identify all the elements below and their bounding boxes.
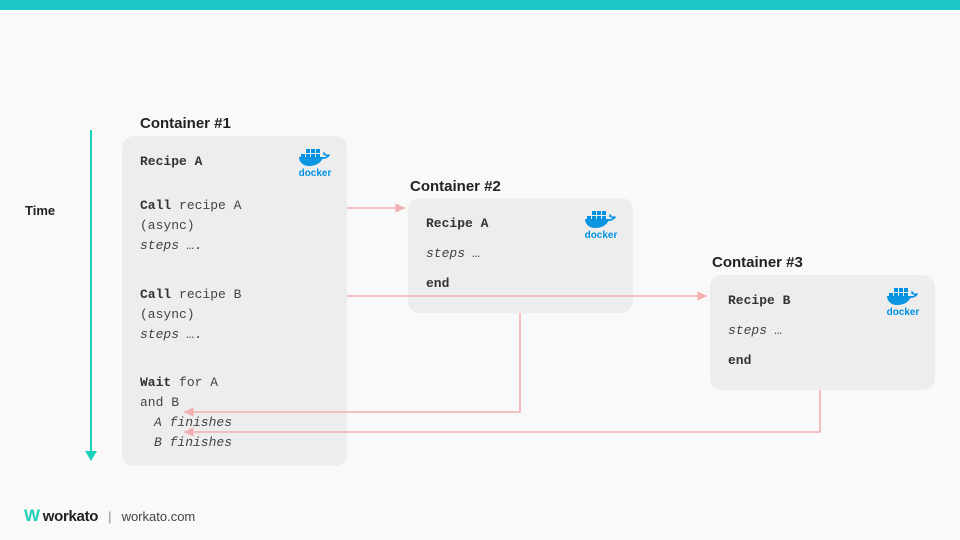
- time-axis-label: Time: [25, 203, 55, 218]
- docker-icon: [885, 285, 921, 307]
- container-2-box: Recipe A docker steps … end: [408, 198, 633, 313]
- footer-separator: |: [108, 509, 111, 524]
- code-line: Wait for A: [140, 373, 329, 393]
- footer: Wworkato | workato.com: [24, 506, 195, 526]
- code-line: end: [728, 351, 917, 371]
- docker-logo: docker: [583, 208, 619, 244]
- code-line: steps …: [426, 244, 615, 264]
- code-line: steps ….: [140, 236, 329, 256]
- docker-label: docker: [887, 305, 920, 321]
- container-2-label: Container #2: [410, 178, 501, 195]
- docker-label: docker: [299, 166, 332, 182]
- code-line: (async): [140, 216, 329, 236]
- docker-label: docker: [585, 228, 618, 244]
- container-3-label: Container #3: [712, 254, 803, 271]
- code-line: Call recipe B: [140, 285, 329, 305]
- code-line: A finishes: [140, 413, 329, 433]
- container-3-box: Recipe B docker steps … end: [710, 275, 935, 390]
- code-line: B finishes: [140, 433, 329, 453]
- code-line: end: [426, 274, 615, 294]
- docker-logo: docker: [885, 285, 921, 321]
- code-line: steps …: [728, 321, 917, 341]
- code-line: (async): [140, 305, 329, 325]
- docker-logo: docker: [297, 146, 333, 182]
- time-axis-arrow: [90, 130, 92, 460]
- code-line: and B: [140, 393, 329, 413]
- container-1-label: Container #1: [140, 115, 231, 132]
- code-line: Call recipe A: [140, 196, 329, 216]
- top-accent-bar: [0, 0, 960, 10]
- code-line: steps ….: [140, 325, 329, 345]
- brand-logo: Wworkato: [24, 506, 98, 526]
- container-1-box: Recipe A docker Call recipe A (async) st…: [122, 136, 347, 466]
- docker-icon: [297, 146, 333, 168]
- footer-url: workato.com: [122, 509, 196, 524]
- docker-icon: [583, 208, 619, 230]
